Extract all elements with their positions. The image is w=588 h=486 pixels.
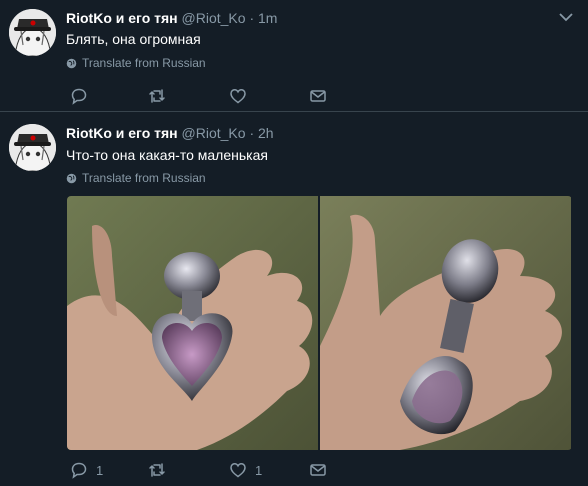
- reply-count: 1: [96, 462, 104, 478]
- reply-button[interactable]: 1: [70, 461, 103, 479]
- author-name[interactable]: RiotKo и его тян: [66, 125, 178, 141]
- avatar[interactable]: [9, 9, 56, 56]
- photo[interactable]: [67, 196, 318, 450]
- tweet-text: Что-то она какая-то маленькая: [66, 147, 268, 163]
- tweet-actions: [66, 87, 366, 105]
- like-icon: [230, 463, 246, 478]
- timestamp[interactable]: 1m: [258, 10, 277, 26]
- like-icon: [230, 89, 246, 104]
- separator: ·: [249, 125, 255, 141]
- tweet-header: RiotKo и его тян @Riot_Ko · 2h: [66, 125, 274, 141]
- translate-link[interactable]: Translate from Russian: [66, 171, 206, 185]
- tweet[interactable]: RiotKo и его тян @Riot_Ko · 2h Что-то он…: [0, 112, 588, 486]
- photo[interactable]: [320, 196, 571, 450]
- chevron-down-icon[interactable]: [558, 12, 574, 22]
- separator: ·: [249, 10, 255, 26]
- message-button[interactable]: [309, 87, 327, 105]
- retweet-button[interactable]: [148, 87, 174, 105]
- retweet-icon: [149, 463, 165, 477]
- like-button[interactable]: [229, 87, 255, 105]
- media-grid: [67, 196, 572, 450]
- translate-label: Translate from Russian: [82, 171, 206, 185]
- retweet-icon: [149, 89, 165, 103]
- like-count: 1: [255, 462, 263, 478]
- author-name[interactable]: RiotKo и его тян: [66, 10, 178, 26]
- message-button[interactable]: [309, 461, 327, 479]
- like-button[interactable]: 1: [229, 461, 262, 479]
- reply-icon: [71, 88, 87, 105]
- globe-icon: [66, 58, 77, 68]
- retweet-button[interactable]: [148, 461, 174, 479]
- tweet-header: RiotKo и его тян @Riot_Ko · 1m: [66, 10, 277, 26]
- message-icon: [310, 90, 326, 102]
- message-icon: [310, 464, 326, 476]
- globe-icon: [66, 173, 77, 183]
- author-handle[interactable]: @Riot_Ko: [182, 10, 246, 26]
- translate-label: Translate from Russian: [82, 56, 206, 70]
- tweet[interactable]: RiotKo и его тян @Riot_Ko · 1m Блять, он…: [0, 0, 588, 112]
- timestamp[interactable]: 2h: [258, 125, 274, 141]
- reply-button[interactable]: [70, 87, 96, 105]
- translate-link[interactable]: Translate from Russian: [66, 56, 206, 70]
- tweet-actions: 1 1: [66, 461, 366, 479]
- reply-icon: [71, 462, 87, 479]
- avatar[interactable]: [9, 124, 56, 171]
- tweet-text: Блять, она огромная: [66, 31, 201, 47]
- author-handle[interactable]: @Riot_Ko: [182, 125, 246, 141]
